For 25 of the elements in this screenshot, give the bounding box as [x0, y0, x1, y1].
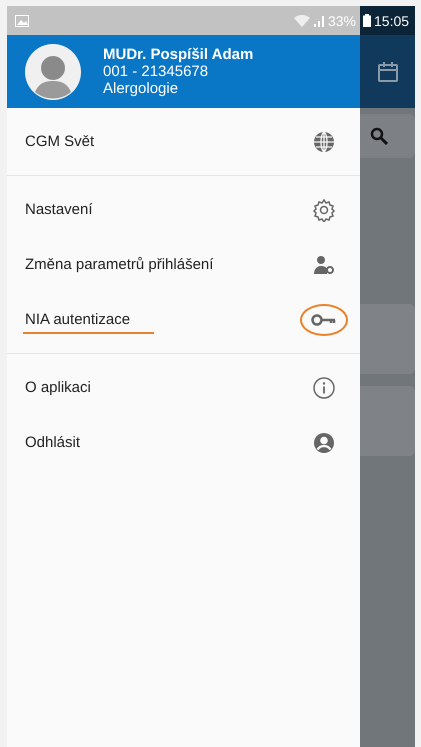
user-specialty: Alergologie	[103, 80, 180, 97]
menu-item[interactable]: Nastavení	[25, 195, 93, 224]
menu-item[interactable]: Změna parametrů přihlášení	[25, 250, 214, 279]
image-icon	[15, 14, 29, 26]
signal-icon	[312, 14, 325, 26]
menu-item[interactable]: O aplikaci	[25, 373, 91, 402]
avatar-icon	[25, 44, 81, 100]
battery-percent: 33%	[328, 12, 356, 28]
menu-item[interactable]: Odhlásit	[25, 428, 80, 457]
globe-icon	[312, 130, 336, 154]
wifi-icon	[294, 14, 310, 26]
search-icon	[370, 127, 388, 145]
clock-time: 15:05	[374, 12, 410, 28]
highlight-circle	[300, 304, 348, 336]
search-bar[interactable]	[360, 114, 415, 158]
gear-icon	[312, 198, 336, 222]
menu-item[interactable]: CGM Svět	[25, 127, 94, 156]
info-icon	[312, 376, 336, 400]
key-icon	[311, 312, 337, 326]
user-name: MUDr. Pospíšil Adam	[103, 46, 254, 63]
menu-item[interactable]: NIA autentizace	[23, 305, 154, 334]
calendar-icon	[376, 60, 398, 82]
account-icon	[312, 430, 336, 454]
battery-icon	[363, 14, 371, 27]
user-id: 001 - 21345678	[103, 63, 210, 80]
